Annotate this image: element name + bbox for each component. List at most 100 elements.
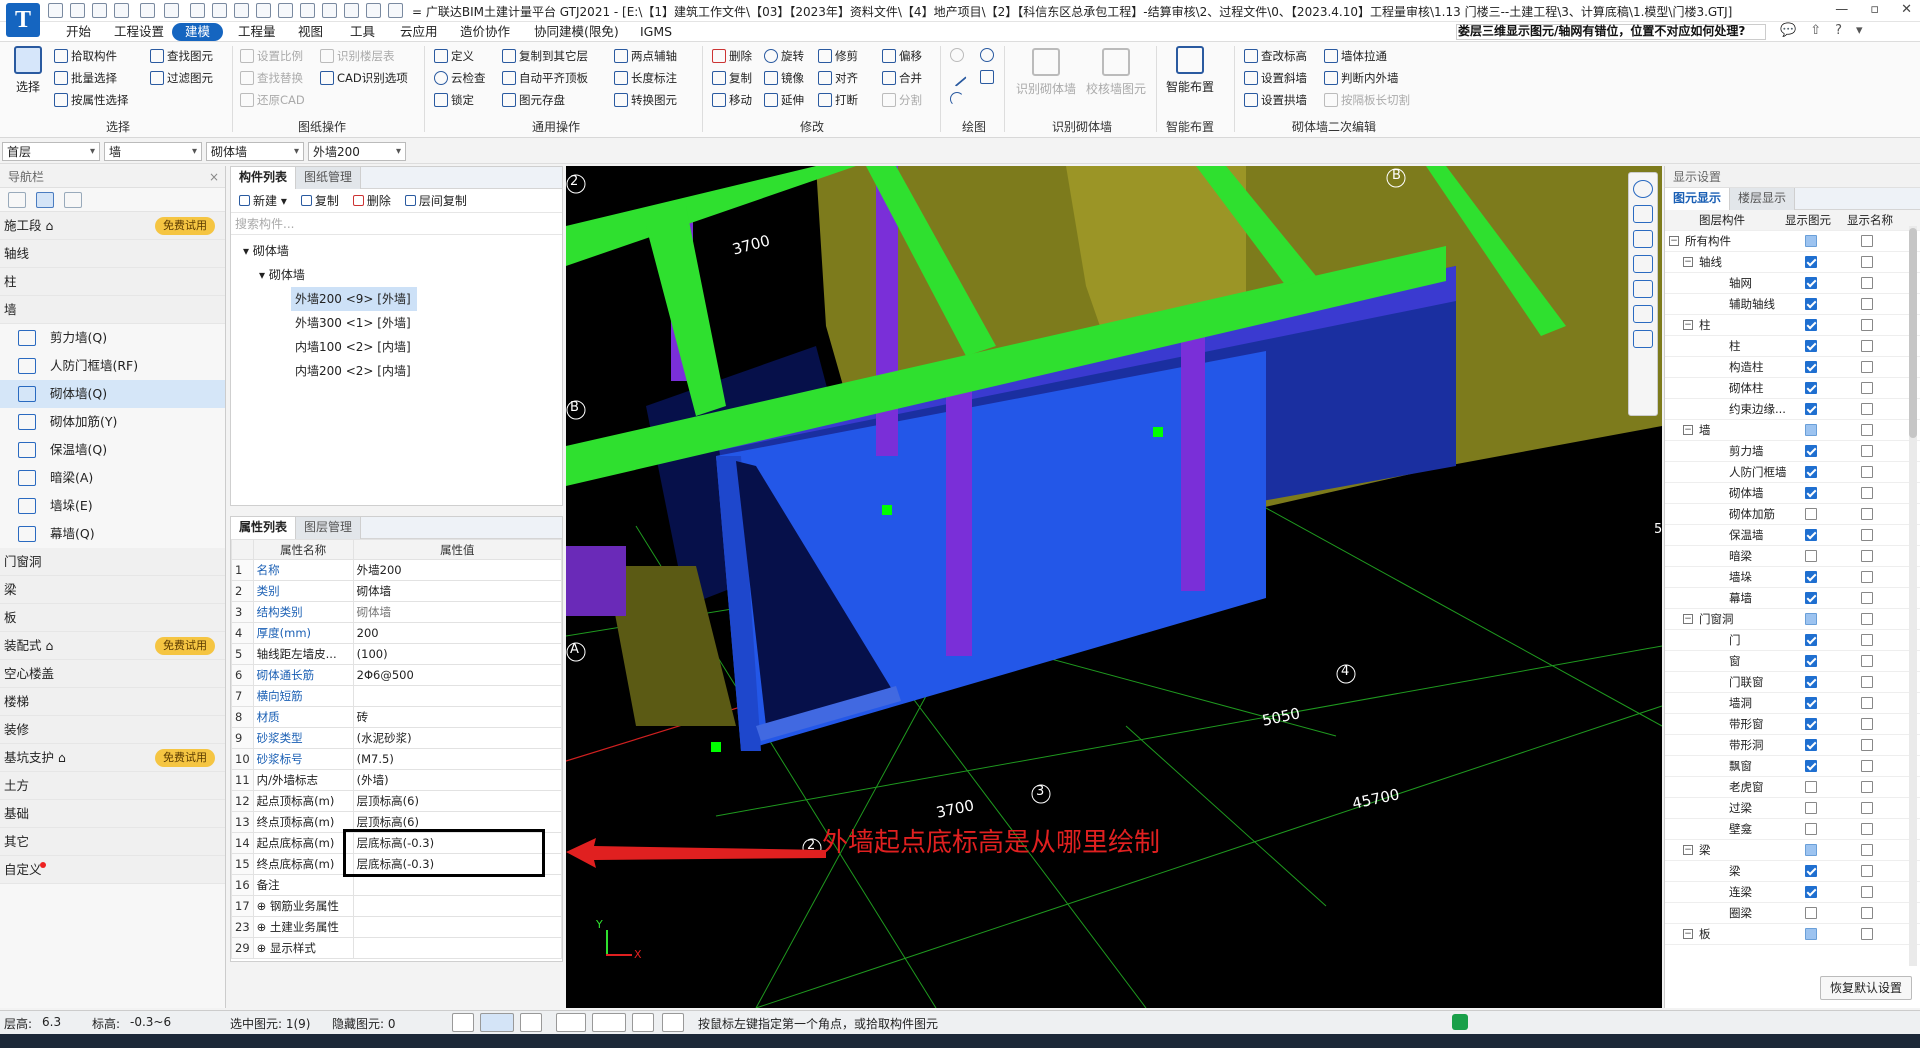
display-tree-row[interactable]: 门联窗 <box>1665 672 1920 693</box>
upload-icon[interactable]: ⇧ <box>1810 23 1821 38</box>
show-name-checkbox[interactable] <box>1861 634 1873 646</box>
chart-icon[interactable] <box>344 3 359 18</box>
property-value[interactable]: (100) <box>352 643 563 665</box>
property-value[interactable]: 砌体墙 <box>352 580 563 602</box>
display-tree-row[interactable]: 圈梁 <box>1665 903 1920 924</box>
copy-to-floor-button[interactable]: 复制到其它层 <box>502 48 588 64</box>
collapse-icon[interactable]: − <box>1683 320 1693 330</box>
property-value[interactable]: 200 <box>352 622 563 644</box>
display-tree-row[interactable]: 带形洞 <box>1665 735 1920 756</box>
property-row[interactable]: 8 材质砖 <box>231 706 563 728</box>
save-icon[interactable] <box>92 3 107 18</box>
angle-toggle[interactable] <box>556 1013 586 1032</box>
tree-node-child[interactable]: ▾ 砌体墙 <box>231 263 562 287</box>
export-icon[interactable] <box>366 3 381 18</box>
show-name-checkbox[interactable] <box>1861 928 1873 940</box>
display-tree-row[interactable]: 幕墙 <box>1665 588 1920 609</box>
calc-icon[interactable] <box>278 3 293 18</box>
property-row[interactable]: 29 ⊕ 显示样式 <box>231 937 563 959</box>
save-element-button[interactable]: 图元存盘 <box>502 92 565 108</box>
view-2d-icon[interactable] <box>1633 205 1653 223</box>
display-tree-row[interactable]: 窗 <box>1665 651 1920 672</box>
show-name-checkbox[interactable] <box>1861 865 1873 877</box>
property-row[interactable]: 5 轴线距左墙皮... (100) <box>231 643 563 665</box>
list-view-icon[interactable] <box>36 191 54 208</box>
collapse-icon[interactable]: − <box>1683 845 1693 855</box>
cube-icon[interactable] <box>1633 255 1653 273</box>
nav-category-other[interactable]: 其它 <box>0 828 225 856</box>
nav-category-stage[interactable]: 施工段 ⌂ 免费试用 <box>0 212 225 240</box>
layer-icon[interactable] <box>1633 305 1653 323</box>
tab-element-display[interactable]: 图元显示 <box>1665 188 1731 210</box>
collapse-icon[interactable]: − <box>1683 257 1693 267</box>
nav-category-hollow-floor[interactable]: 空心楼盖 <box>0 660 225 688</box>
grid-toggle[interactable] <box>662 1013 684 1032</box>
wall-pull-button[interactable]: 墙体拉通 <box>1324 48 1387 64</box>
property-row[interactable]: 7 横向短筋 <box>231 685 563 707</box>
property-row[interactable]: 1 名称 外墙200 <box>231 559 563 581</box>
collapse-icon[interactable]: − <box>1683 614 1693 624</box>
close-icon[interactable]: × <box>209 166 219 188</box>
show-name-checkbox[interactable] <box>1861 802 1873 814</box>
property-value[interactable]: (水泥砂浆) <box>352 727 563 749</box>
free-trial-badge[interactable]: 免费试用 <box>155 217 215 235</box>
nav-category-beam[interactable]: 梁 <box>0 576 225 604</box>
recognize-floor-table-button[interactable]: 识别楼层表 <box>320 48 395 64</box>
property-row[interactable]: 11 内/外墙标志 (外墙) <box>231 769 563 791</box>
property-row[interactable]: 12 起点顶标高(m) 层顶标高(6) <box>231 790 563 812</box>
property-row[interactable]: 17 ⊕ 钢筋业务属性 <box>231 895 563 917</box>
tree-node-root[interactable]: ▾ 砌体墙 <box>231 239 562 263</box>
show-name-checkbox[interactable] <box>1861 529 1873 541</box>
dim-toggle[interactable] <box>592 1013 626 1032</box>
display-settings-icon[interactable] <box>1633 330 1653 348</box>
pick-component-button[interactable]: 拾取构件 <box>54 48 117 64</box>
collapse-icon[interactable]: − <box>1683 929 1693 939</box>
draw-rect-button[interactable] <box>980 70 994 84</box>
tree-leaf-outer-wall-200[interactable]: 外墙200 <9> [外墙] <box>291 287 417 311</box>
show-element-checkbox[interactable] <box>1805 718 1817 730</box>
two-point-axis-button[interactable]: 两点辅轴 <box>614 48 677 64</box>
tab-property-list[interactable]: 属性列表 <box>231 517 297 539</box>
split-button[interactable]: 分割 <box>882 92 922 108</box>
tree-leaf-inner-wall-100[interactable]: 内墙100 <2> [内墙] <box>231 335 562 359</box>
display-tree-row[interactable]: 砌体墙 <box>1665 483 1920 504</box>
show-name-checkbox[interactable] <box>1861 655 1873 667</box>
show-name-checkbox[interactable] <box>1861 319 1873 331</box>
app-logo[interactable]: T <box>6 3 40 37</box>
show-element-checkbox[interactable] <box>1805 529 1817 541</box>
3d-viewport[interactable]: 2 B B A 2 3 4 5 3700 3700 5050 45700 外墙起… <box>566 166 1662 1008</box>
nav-item-wall-pier[interactable]: 墙垛(E) <box>0 492 225 520</box>
mirror-button[interactable]: 镜像 <box>764 70 804 86</box>
nav-item-civil-defense-wall[interactable]: 人防门框墙(RF) <box>0 352 225 380</box>
draw-arc-button[interactable] <box>950 92 964 106</box>
close-button[interactable]: ✕ <box>1901 2 1912 17</box>
table-icon[interactable] <box>322 3 337 18</box>
show-element-checkbox[interactable] <box>1805 361 1817 373</box>
menu-igms[interactable]: IGMS <box>634 22 678 42</box>
set-arch-wall-button[interactable]: 设置拱墙 <box>1244 92 1307 108</box>
nav-category-stairs[interactable]: 楼梯 <box>0 688 225 716</box>
show-name-checkbox[interactable] <box>1861 781 1873 793</box>
more-icon[interactable]: ▾ <box>1856 23 1863 38</box>
display-tree-row[interactable]: 剪力墙 <box>1665 441 1920 462</box>
show-element-checkbox[interactable] <box>1805 928 1817 940</box>
show-element-checkbox[interactable] <box>1805 235 1817 247</box>
show-name-checkbox[interactable] <box>1861 697 1873 709</box>
tab-component-list[interactable]: 构件列表 <box>231 167 297 189</box>
show-name-checkbox[interactable] <box>1861 571 1873 583</box>
cross-toggle[interactable] <box>520 1013 542 1032</box>
new-file-icon[interactable] <box>48 3 63 18</box>
display-tree-row[interactable]: 柱 <box>1665 336 1920 357</box>
move-button[interactable]: 移动 <box>712 92 752 108</box>
minimize-button[interactable]: — <box>1835 2 1848 17</box>
convert-element-button[interactable]: 转换图元 <box>614 92 677 108</box>
display-tree-row[interactable]: − 门窗洞 <box>1665 609 1920 630</box>
delete-button[interactable]: 删除 <box>712 48 752 64</box>
property-row[interactable]: 16 备注 <box>231 874 563 896</box>
open-file-icon[interactable] <box>70 3 85 18</box>
show-name-checkbox[interactable] <box>1861 445 1873 457</box>
show-name-checkbox[interactable] <box>1861 844 1873 856</box>
sync-icon[interactable] <box>1452 1014 1468 1030</box>
report-icon[interactable] <box>300 3 315 18</box>
show-name-checkbox[interactable] <box>1861 361 1873 373</box>
